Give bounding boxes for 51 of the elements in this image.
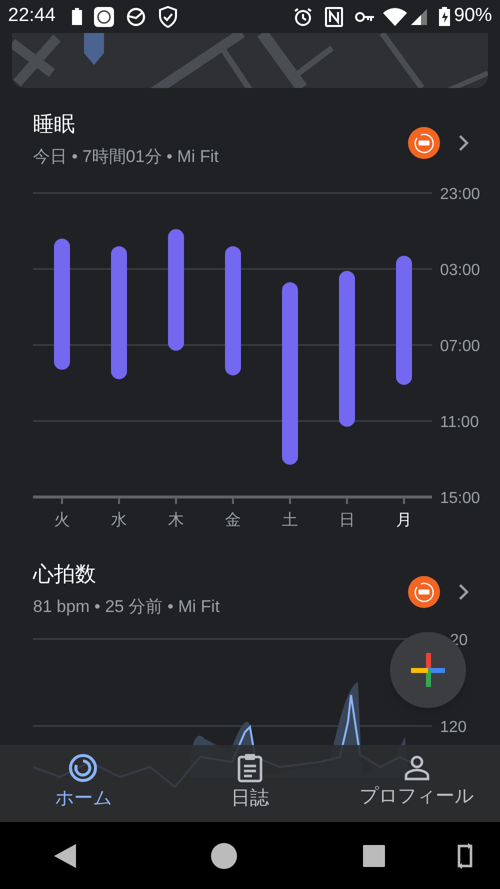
key-icon [354, 10, 375, 22]
axis-label: 03:00 [440, 262, 480, 278]
day-label: 月 [396, 512, 412, 528]
sleep-bar[interactable] [54, 238, 70, 370]
card-title: 心拍数 [33, 562, 97, 588]
app-notification-icon [94, 6, 114, 26]
cell-signal-icon [410, 8, 427, 24]
wifi-icon [382, 8, 407, 26]
day-label: 木 [168, 512, 184, 528]
sleep-bar[interactable] [111, 246, 127, 379]
day-label: 日 [339, 512, 355, 528]
alarm-clock-icon [292, 6, 313, 26]
circle-icon [68, 753, 98, 784]
nav-tab[interactable]: ホーム [0, 745, 167, 822]
recent-apps-icon[interactable] [363, 844, 385, 866]
nav-tab[interactable]: プロフィール [333, 745, 500, 822]
axis-label: 07:00 [440, 338, 480, 354]
nav-tab[interactable]: 日誌 [166, 745, 334, 822]
battery-percentage: 90% [454, 4, 492, 28]
chevron-right-icon[interactable] [458, 134, 470, 152]
nfc-icon [324, 6, 343, 26]
card-subtitle: 今日 • 7時間01分 • Mi Fit [33, 146, 220, 168]
axis-label: 120 [440, 719, 467, 736]
sleep-bar[interactable] [396, 255, 412, 384]
clipboard-icon [237, 753, 263, 784]
clock-time: 22:44 [8, 4, 56, 28]
steering-wheel-icon [126, 6, 146, 26]
battery-charging-icon [438, 7, 450, 26]
axis-label: 11:00 [440, 414, 479, 430]
sleep-bar[interactable] [282, 282, 298, 464]
home-icon[interactable] [211, 842, 237, 868]
day-label: 火 [54, 512, 70, 528]
mi-fit-icon [408, 576, 440, 608]
chevron-right-icon[interactable] [458, 583, 470, 602]
back-icon[interactable] [52, 842, 78, 870]
shield-check-icon [158, 6, 178, 28]
mi-fit-icon [408, 126, 440, 159]
sleep-bar[interactable] [339, 270, 355, 426]
card-title: 睡眠 [33, 112, 76, 138]
person-icon [404, 755, 430, 782]
sleep-bar[interactable] [168, 228, 184, 350]
axis-label: 23:00 [440, 186, 480, 202]
plus-icon [411, 653, 445, 687]
sleep-bar[interactable] [225, 246, 241, 375]
day-label: 土 [282, 512, 298, 528]
card-subtitle: 81 bpm • 25 分前 • Mi Fit [33, 596, 221, 618]
rotate-icon[interactable] [456, 842, 474, 868]
axis-label: 15:00 [440, 490, 480, 506]
day-label: 水 [111, 512, 127, 528]
battery-saver-icon [72, 8, 82, 25]
day-label: 金 [225, 512, 241, 528]
